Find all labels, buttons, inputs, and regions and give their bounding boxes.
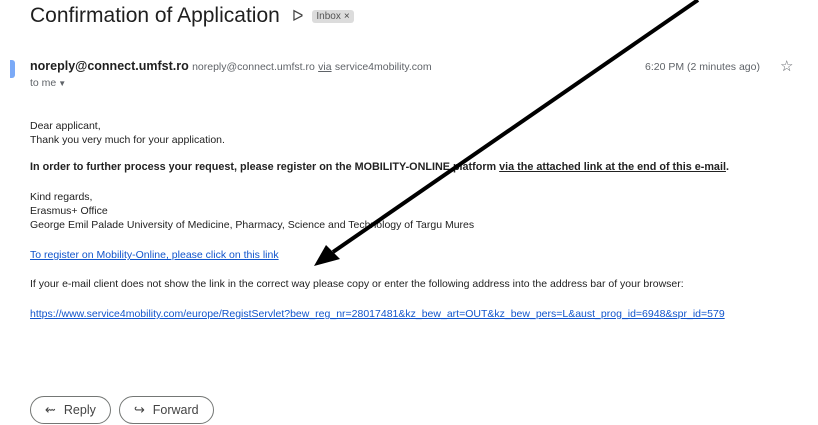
forward-button[interactable]: ↪ Forward: [118, 396, 214, 424]
subject-row: Confirmation of Application ᐅ Inbox ×: [30, 4, 354, 28]
forward-label: Forward: [152, 403, 199, 417]
via-domain: service4mobility.com: [334, 61, 432, 73]
reply-icon: ⇜: [45, 402, 56, 418]
instruction-paragraph: In order to further process your request…: [30, 160, 810, 174]
email-timestamp: 6:20 PM (2 minutes ago): [645, 61, 760, 73]
sender-name[interactable]: noreply@connect.umfst.ro: [30, 59, 189, 73]
university-line: George Emil Palade University of Medicin…: [30, 219, 475, 231]
remove-label-icon[interactable]: ×: [344, 11, 350, 22]
regards-line: Kind regards,: [30, 191, 93, 203]
email-body: Dear applicant, Thank you very much for …: [30, 118, 810, 321]
side-panel-edge: [10, 60, 15, 78]
chevron-down-icon[interactable]: ▼: [58, 79, 66, 88]
sender-row: noreply@connect.umfst.ro noreply@connect…: [30, 59, 432, 73]
via-link[interactable]: via: [318, 61, 331, 73]
recipient-label: to me: [30, 77, 57, 89]
importance-marker-icon[interactable]: ᐅ: [292, 7, 304, 25]
office-line: Erasmus+ Office: [30, 205, 108, 217]
thanks-line: Thank you very much for your application…: [30, 134, 225, 146]
register-link[interactable]: To register on Mobility-Online, please c…: [30, 249, 279, 261]
forward-icon: ↪: [133, 402, 145, 418]
instruction-link-text: via the attached link at the end of this…: [499, 161, 726, 173]
email-subject: Confirmation of Application: [30, 4, 280, 27]
instruction-text: In order to further process your request…: [30, 161, 497, 173]
greeting: Dear applicant,: [30, 120, 101, 132]
recipient-details-toggle[interactable]: to me ▼: [30, 77, 66, 89]
reply-button[interactable]: ⇜ Reply: [30, 396, 111, 424]
reply-label: Reply: [63, 403, 96, 417]
star-icon[interactable]: ☆: [780, 57, 793, 75]
action-buttons: ⇜ Reply ↪ Forward: [30, 396, 214, 424]
label-text: Inbox: [316, 10, 341, 22]
fallback-instructions: If your e-mail client does not show the …: [30, 278, 684, 290]
sender-email: noreply@connect.umfst.ro: [192, 61, 315, 73]
instruction-end: .: [725, 161, 729, 173]
inbox-label-chip[interactable]: Inbox ×: [312, 9, 354, 23]
registration-url-link[interactable]: https://www.service4mobility.com/europe/…: [30, 308, 725, 320]
